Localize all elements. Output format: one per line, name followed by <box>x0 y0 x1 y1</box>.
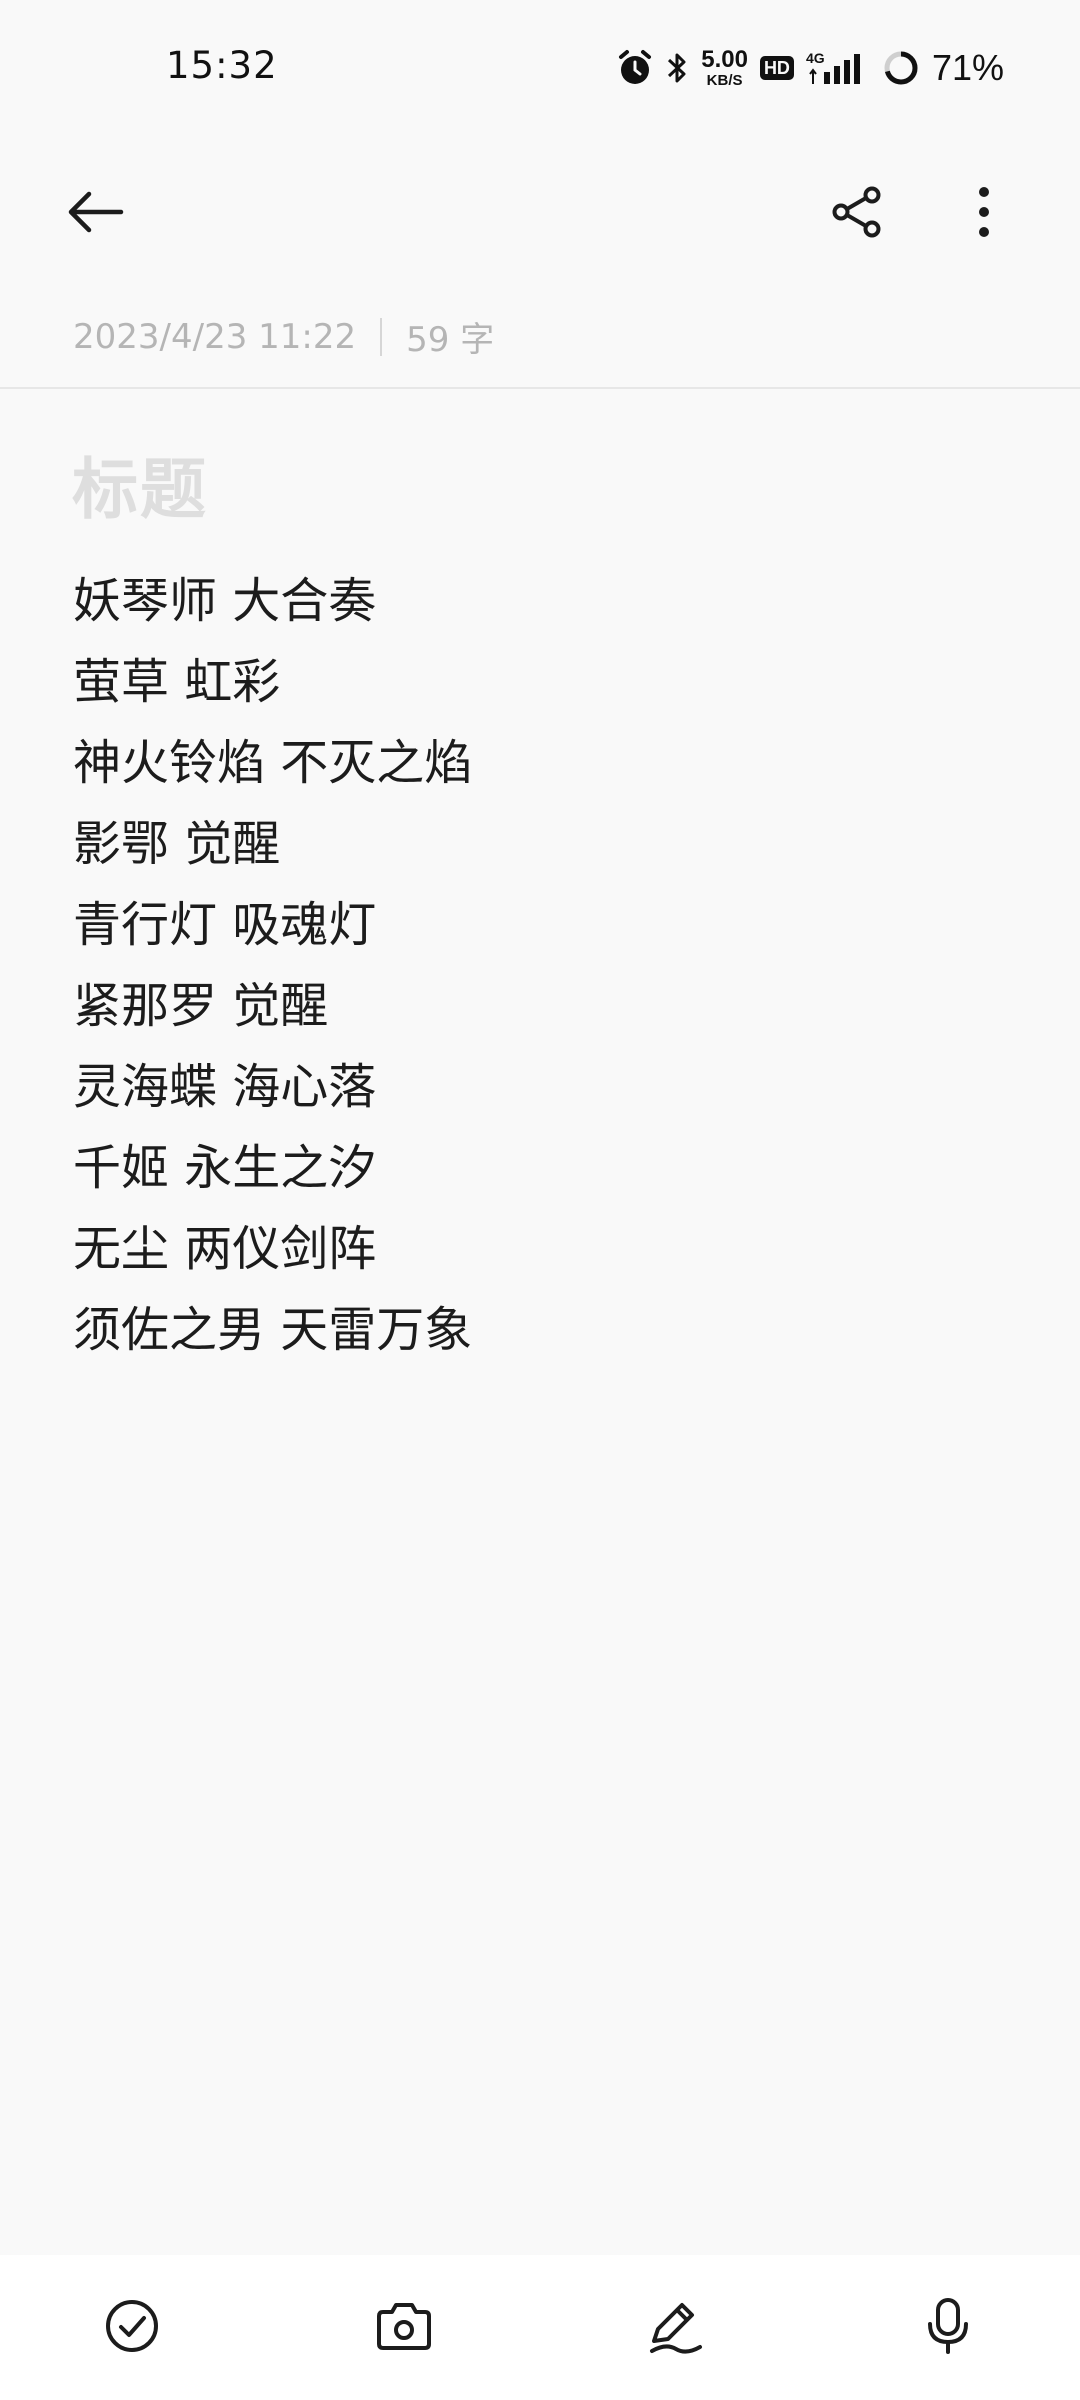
battery-icon <box>882 49 920 87</box>
status-bar: 15:32 5.00 KB/S HD 4G 71% <box>0 0 1080 110</box>
more-options-button[interactable] <box>934 162 1034 262</box>
battery-percent: 71% <box>931 47 1004 88</box>
meta-separator <box>380 317 383 356</box>
note-line: 青行灯 吸魂灯 <box>73 897 377 953</box>
share-icon <box>832 186 881 238</box>
note-meta: 2023/4/23 11:22 59 字 <box>73 312 494 361</box>
signal-icon: 4G <box>806 50 870 86</box>
note-line: 无尘 两仪剑阵 <box>73 1221 377 1277</box>
note-line: 神火铃焰 不灭之焰 <box>73 735 473 791</box>
note-line: 千姬 永生之汐 <box>73 1140 377 1196</box>
voice-input-button[interactable] <box>893 2271 1003 2381</box>
camera-button[interactable] <box>349 2271 459 2381</box>
note-line: 须佐之男 天雷万象 <box>73 1302 473 1358</box>
status-time: 15:32 <box>166 44 278 87</box>
note-line: 灵海蝶 海心落 <box>73 1059 377 1115</box>
more-vertical-icon <box>979 187 989 237</box>
note-body-editor[interactable]: 妖琴师 大合奏 萤草 虹彩神火铃焰 不灭之焰 影鄂 觉醒青行灯 吸魂灯 紧那罗 觉醒灵… <box>73 568 472 1378</box>
note-word-count: 59 字 <box>406 320 495 360</box>
header-divider <box>0 387 1080 389</box>
checklist-icon <box>106 2300 158 2352</box>
camera-icon <box>377 2303 431 2350</box>
handwriting-button[interactable] <box>620 2271 730 2381</box>
hd-badge: HD <box>759 56 794 80</box>
network-speed-value: 5.00 <box>701 46 748 73</box>
note-editor-screen: 15:32 5.00 KB/S HD 4G 71% 2023/4/23 11:2… <box>0 0 1080 2400</box>
alarm-icon <box>617 49 653 87</box>
note-datetime: 2023/4/23 11:22 <box>73 316 357 357</box>
status-icons: 5.00 KB/S HD 4G 71% <box>617 44 1004 92</box>
bluetooth-icon <box>665 50 689 86</box>
bottom-toolbar <box>0 2255 1080 2400</box>
network-speed-unit: KB/S <box>706 72 743 89</box>
network-speed: 5.00 KB/S <box>701 46 748 89</box>
checklist-button[interactable] <box>77 2271 187 2381</box>
back-button[interactable] <box>45 162 145 262</box>
note-line: 影鄂 觉醒 <box>73 816 281 872</box>
microphone-icon <box>928 2298 968 2354</box>
note-line: 紧那罗 觉醒 <box>73 978 329 1034</box>
note-line: 萤草 虹彩 <box>73 654 281 710</box>
note-line: 妖琴师 大合奏 <box>73 573 377 629</box>
back-arrow-icon <box>68 191 124 233</box>
note-title-input[interactable]: 标题 <box>72 436 208 532</box>
share-button[interactable] <box>808 162 908 262</box>
network-type: 4G <box>806 50 825 66</box>
pen-icon <box>650 2303 702 2354</box>
